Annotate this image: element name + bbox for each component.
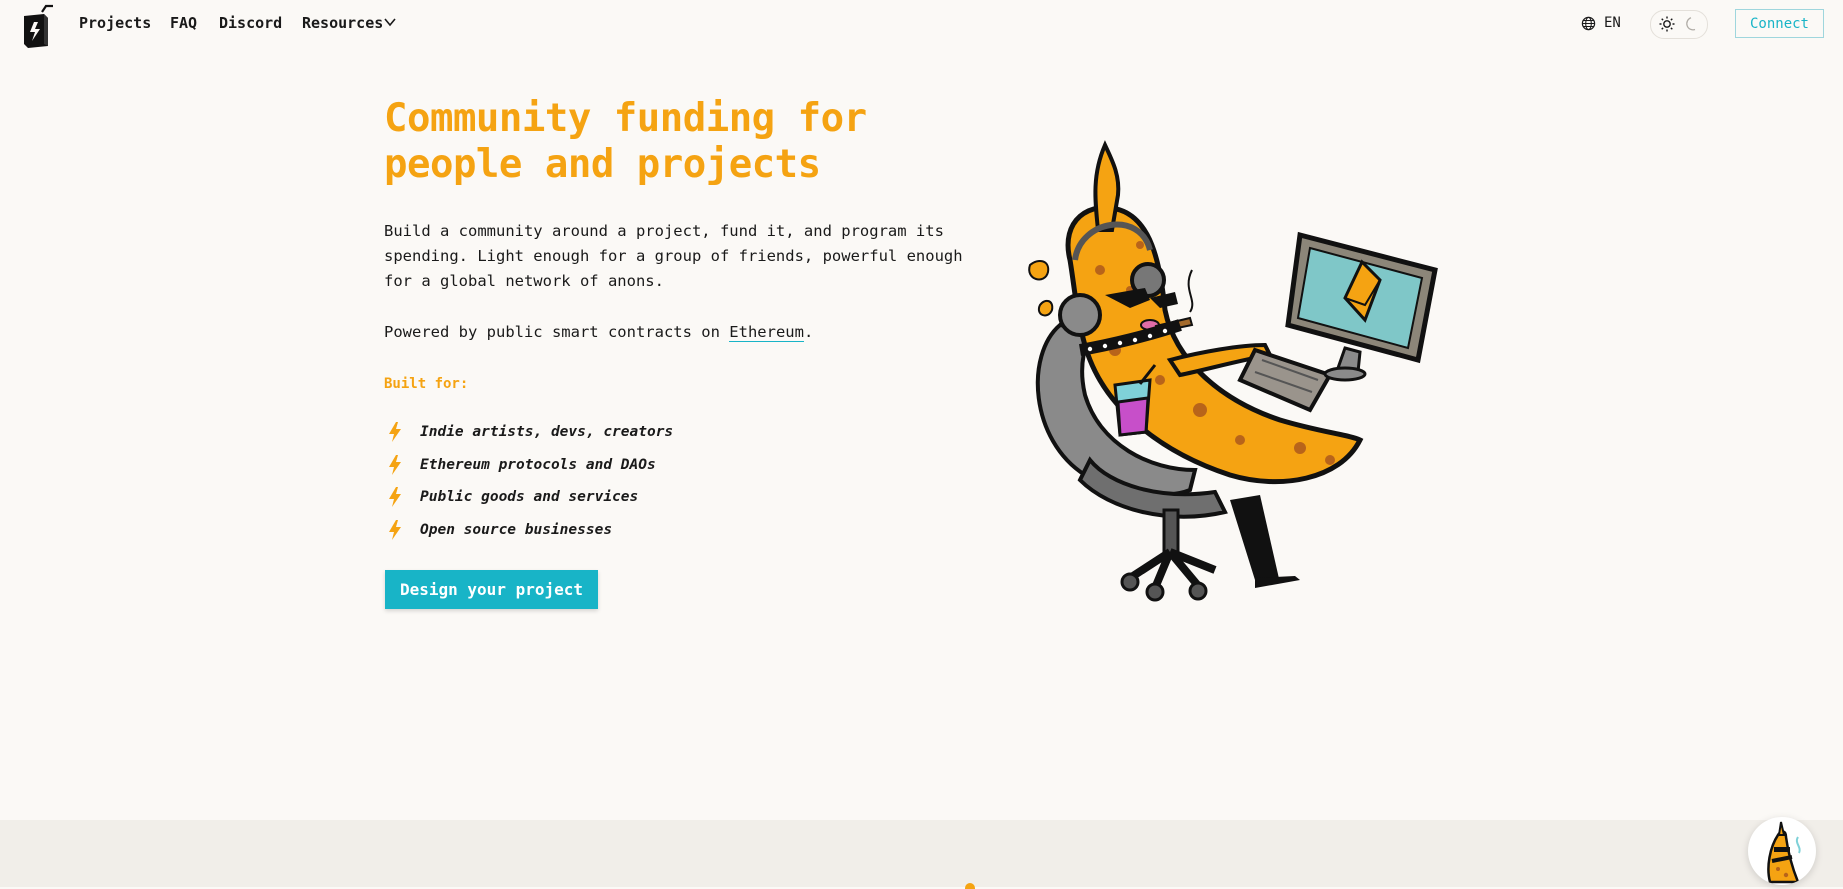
banana-mascot-illustration [1000,140,1460,620]
globe-icon [1581,16,1596,30]
banana-mascot-avatar[interactable] [1748,817,1816,885]
built-for-item: Open source businesses [420,521,613,538]
theme-toggle[interactable] [1650,10,1708,39]
hero-title-line-2: people and projects [384,142,821,187]
language-label: EN [1604,15,1621,31]
ethereum-link[interactable]: Ethereum [729,323,804,342]
powered-prefix: Powered by public smart contracts on [384,323,730,341]
language-selector[interactable]: EN [1581,14,1621,32]
lightning-bolt-icon [389,519,401,540]
built-for-item: Public goods and services [420,489,639,506]
nav-resources[interactable]: Resources [302,14,383,32]
list-item: Indie artists, devs, creators [384,416,673,449]
list-item: Ethereum protocols and DAOs [384,449,673,482]
design-project-button[interactable]: Design your project [385,570,598,609]
built-for-list: Indie artists, devs, creators Ethereum p… [384,416,673,546]
built-for-label: Built for: [384,376,469,392]
chevron-down-icon[interactable] [384,17,396,27]
lightning-bolt-icon [389,454,401,475]
nav-faq[interactable]: FAQ [170,14,197,32]
next-section-band [0,820,1843,887]
juice-box-logo[interactable] [20,4,56,48]
top-navigation: Projects FAQ Discord Resources EN Connec… [0,0,1843,48]
lightning-bolt-icon [389,487,401,508]
list-item: Open source businesses [384,514,673,547]
hero-title: Community funding for people and project… [384,96,944,188]
powered-by-text: Powered by public smart contracts on Eth… [384,320,813,345]
sun-icon[interactable] [1659,16,1675,32]
built-for-item: Ethereum protocols and DAOs [420,456,656,473]
connect-button[interactable]: Connect [1735,9,1824,38]
hero-title-line-1: Community funding for [384,96,867,141]
built-for-item: Indie artists, devs, creators [420,424,674,441]
nav-projects[interactable]: Projects [79,14,151,32]
powered-suffix: . [803,323,814,341]
lightning-bolt-icon [389,422,401,443]
list-item: Public goods and services [384,481,673,514]
moon-icon[interactable] [1684,16,1700,32]
nav-discord[interactable]: Discord [219,14,282,32]
decorative-dot [965,883,975,889]
hero-description: Build a community around a project, fund… [384,222,963,290]
